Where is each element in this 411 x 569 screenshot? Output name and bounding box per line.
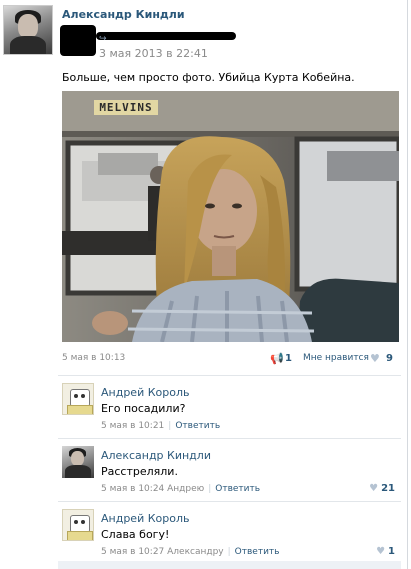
post-author-name[interactable]: Александр Киндли	[62, 8, 185, 21]
post-text: Больше, чем просто фото. Убийца Курта Ко…	[62, 71, 355, 84]
page-border	[407, 0, 408, 569]
comment-text: Расстреляли.	[101, 465, 178, 478]
reply-button[interactable]: Ответить	[215, 484, 260, 494]
post-date[interactable]: 3 мая 2013 в 22:41	[99, 47, 208, 60]
like-button[interactable]: Мне нравится	[303, 353, 369, 363]
comment-author[interactable]: Александр Киндли	[101, 449, 211, 462]
heart-icon[interactable]: ♥	[370, 352, 380, 365]
comment-text: Слава богу!	[101, 528, 170, 541]
comment-item: Александр Киндли Расстреляли. 5 мая в 10…	[58, 438, 401, 497]
comment-like-count: 1	[388, 546, 395, 557]
comment-author[interactable]: Андрей Король	[101, 386, 189, 399]
author-avatar[interactable]	[3, 5, 53, 55]
comment-meta: 5 мая в 10:27 Александру | Ответить	[101, 547, 280, 557]
comment-author[interactable]: Андрей Король	[101, 512, 189, 525]
censor-block	[60, 25, 96, 56]
reply-button[interactable]: Ответить	[235, 547, 280, 557]
comment-meta: 5 мая в 10:21 | Ответить	[101, 421, 221, 431]
commenter-avatar[interactable]	[62, 383, 94, 415]
comment-text: Его посадили?	[101, 402, 186, 415]
heart-icon[interactable]: ♥	[369, 483, 378, 494]
commenter-avatar[interactable]	[62, 509, 94, 541]
comment-like-count: 21	[381, 483, 395, 494]
heart-icon[interactable]: ♥	[376, 546, 385, 557]
post-photo[interactable]: MELVINS	[62, 91, 399, 342]
commenter-avatar[interactable]	[62, 446, 94, 478]
megaphone-icon[interactable]: 📢	[270, 352, 284, 365]
repost-icon: ↪	[99, 34, 107, 44]
comment-meta: 5 мая в 10:24 Андрею | Ответить	[101, 484, 261, 494]
post-meta: 5 мая в 10:13 📢 1 Мне нравится ♥ 9	[62, 352, 399, 367]
comment-date[interactable]: 5 мая в 10:27 Александру	[101, 547, 224, 557]
photo-sign: MELVINS	[94, 100, 158, 115]
comment-item: Андрей Король Слава богу! 5 мая в 10:27 …	[58, 501, 401, 560]
comment-date[interactable]: 5 мая в 10:24 Андрею	[101, 484, 204, 494]
comment-item: Андрей Король Его посадили? 5 мая в 10:2…	[58, 375, 401, 434]
share-count[interactable]: 1	[285, 353, 292, 364]
censor-bar	[96, 32, 236, 40]
like-count[interactable]: 9	[386, 353, 393, 364]
post-meta-date[interactable]: 5 мая в 10:13	[62, 353, 125, 363]
comments-footer	[58, 561, 401, 569]
comment-likes[interactable]: ♥ 1	[376, 546, 395, 557]
reply-button[interactable]: Ответить	[175, 421, 220, 431]
comment-likes[interactable]: ♥ 21	[369, 483, 395, 494]
comment-date[interactable]: 5 мая в 10:21	[101, 421, 164, 431]
